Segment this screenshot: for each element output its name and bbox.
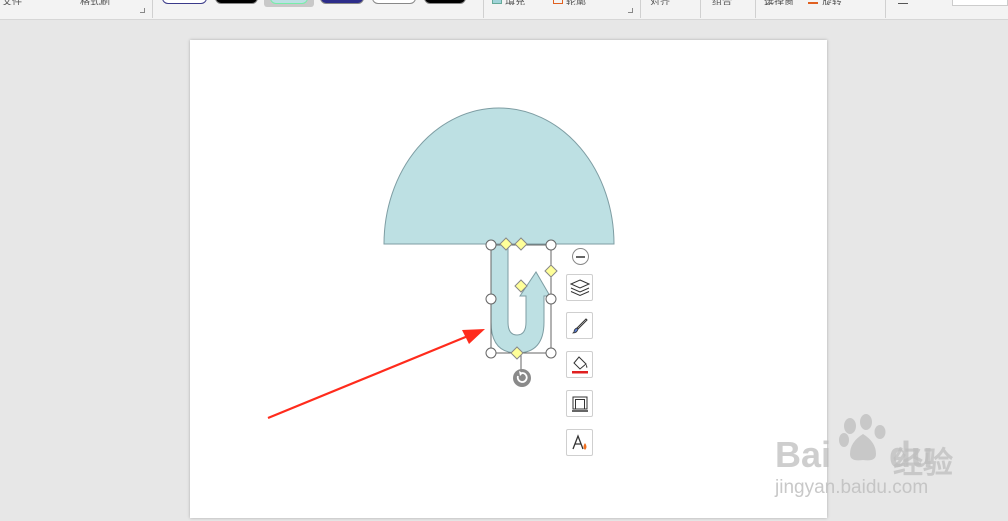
resize-handle-left[interactable] [485,293,497,305]
watermark-cn-text: 经验 [893,447,953,480]
resize-handle-right[interactable] [545,293,557,305]
u-turn-arrow-shape[interactable] [490,244,551,354]
annotation-arrow [267,329,485,420]
brush-icon [571,317,588,333]
layers-icon [569,278,590,296]
resize-handle-bottom-left[interactable] [485,347,497,359]
rotate-handle-icon[interactable] [513,369,531,387]
layers-button[interactable] [566,274,593,301]
fill-icon [571,355,588,373]
adjust-handle[interactable] [544,264,558,278]
outline-icon [571,396,588,412]
text-style-icon [571,433,586,450]
outline-button[interactable] [566,390,593,417]
resize-handle-top-right[interactable] [545,239,557,251]
text-style-button[interactable] [566,429,593,456]
fill-button[interactable] [566,351,593,378]
baidu-paw-icon [839,414,886,461]
collapse-toolbar-button[interactable] [572,248,589,265]
watermark-url: jingyan.baidu.com [775,477,929,498]
resize-handle-bottom-right[interactable] [545,347,557,359]
resize-handle-top-left[interactable] [485,239,497,251]
brush-button[interactable] [566,312,593,339]
semicircle-shape[interactable] [383,107,615,245]
